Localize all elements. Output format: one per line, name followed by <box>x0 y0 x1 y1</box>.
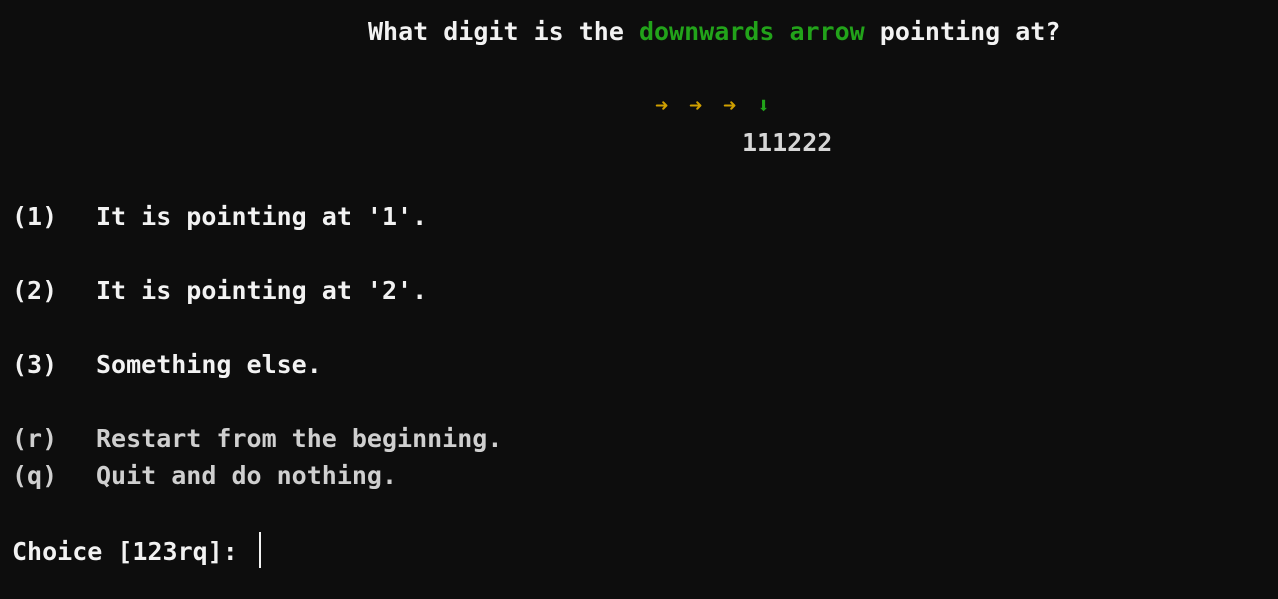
arrow-row: ➜ ➜ ➜ ⬇ <box>655 92 770 242</box>
option-label: Quit and do nothing. <box>96 461 398 490</box>
question-text: What digit is the downwards arrow pointi… <box>368 17 1060 47</box>
option-label: Restart from the beginning. <box>96 424 503 453</box>
option-key: (1) <box>12 202 58 231</box>
option-1[interactable]: (1) It is pointing at '1'. <box>12 202 427 232</box>
option-key: (3) <box>12 350 58 379</box>
option-2[interactable]: (2) It is pointing at '2'. <box>12 276 427 306</box>
down-arrow-icon: ⬇ <box>757 94 771 119</box>
option-label: It is pointing at '1'. <box>96 202 428 231</box>
option-restart[interactable]: (r) Restart from the beginning. <box>12 424 502 454</box>
option-key: (2) <box>12 276 58 305</box>
option-label: Something else. <box>96 350 322 379</box>
text-cursor <box>258 532 261 568</box>
choice-prompt[interactable]: Choice [123rq]: <box>12 532 261 571</box>
right-arrow-icon: ➜ <box>723 94 737 119</box>
prompt-text: Choice [123rq]: <box>12 537 253 566</box>
question-prefix: What digit is the <box>368 17 639 46</box>
right-arrow-icon: ➜ <box>655 94 669 119</box>
option-3[interactable]: (3) Something else. <box>12 350 322 380</box>
option-key: (r) <box>12 424 58 453</box>
question-highlight: downwards arrow <box>638 17 865 46</box>
option-label: It is pointing at '2'. <box>96 276 428 305</box>
digit-sequence: 111222 <box>742 128 833 157</box>
option-key: (q) <box>12 461 58 490</box>
right-arrow-icon: ➜ <box>689 94 703 119</box>
question-suffix: pointing at? <box>864 17 1061 46</box>
option-quit[interactable]: (q) Quit and do nothing. <box>12 461 397 491</box>
